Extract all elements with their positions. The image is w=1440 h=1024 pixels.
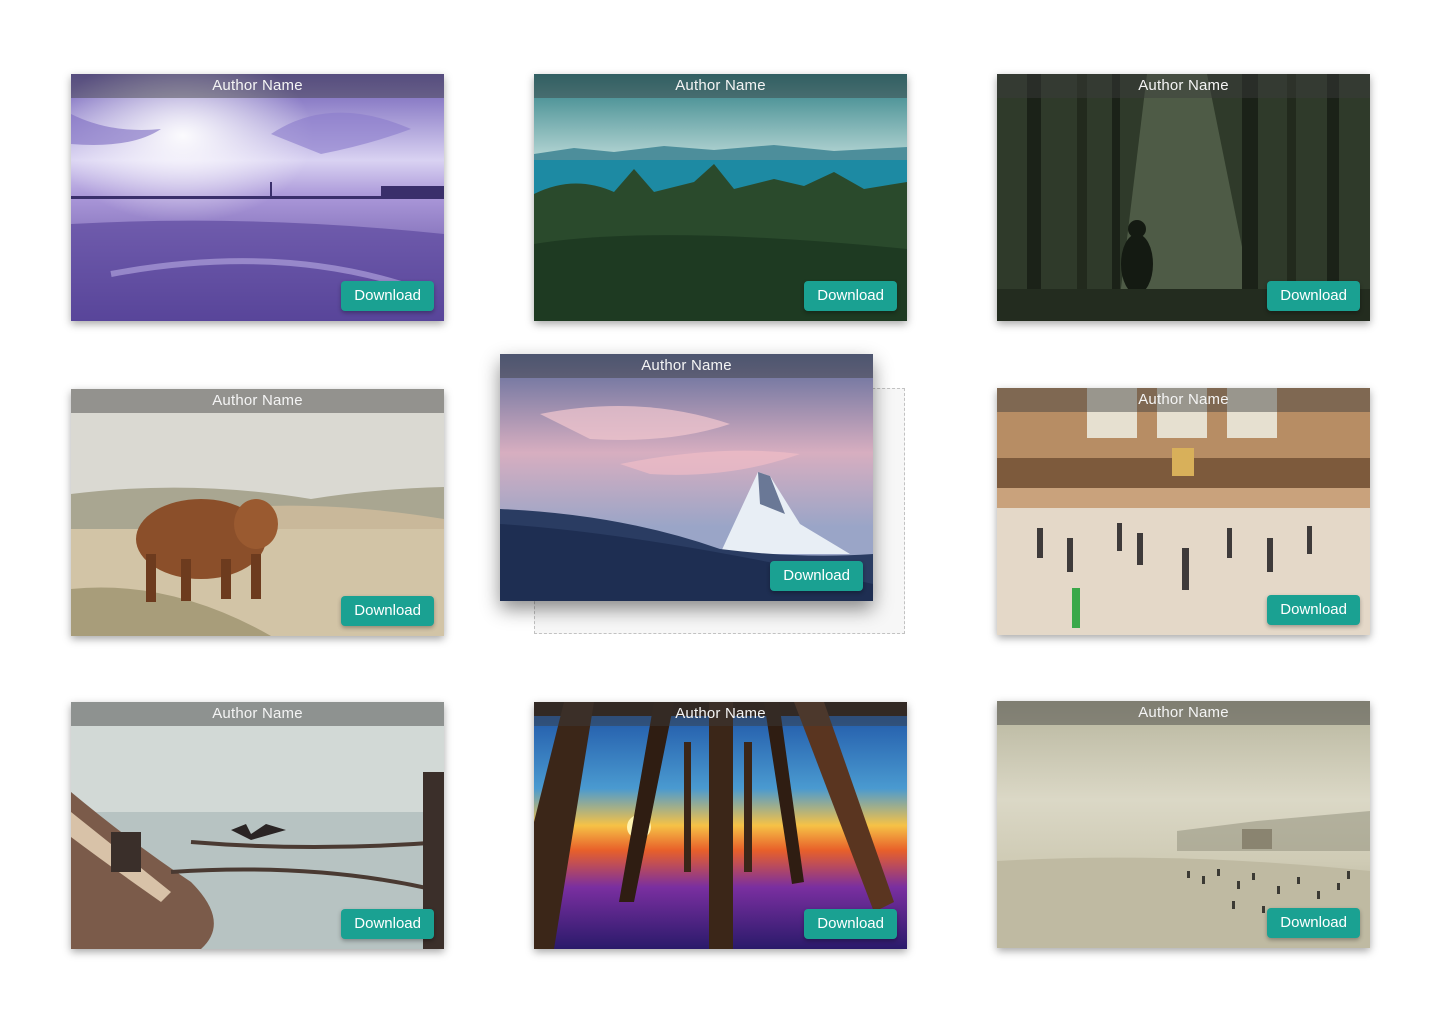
image-card-6[interactable]: Author Name Download — [997, 388, 1370, 635]
download-button[interactable]: Download — [804, 281, 897, 311]
download-button[interactable]: Download — [341, 909, 434, 939]
download-button[interactable]: Download — [1267, 595, 1360, 625]
image-card-4[interactable]: Author Name Download — [71, 389, 444, 636]
image-card-7[interactable]: Author Name Download — [71, 702, 444, 949]
download-button[interactable]: Download — [341, 281, 434, 311]
image-gallery: Author Name Download Author Name Downloa… — [0, 0, 1440, 1024]
image-card-8[interactable]: Author Name Download — [534, 702, 907, 949]
author-name-label: Author Name — [71, 74, 444, 98]
image-card-5-dragging[interactable]: Author Name Download — [500, 354, 873, 601]
download-button[interactable]: Download — [1267, 281, 1360, 311]
author-name-label: Author Name — [997, 74, 1370, 98]
author-name-label: Author Name — [534, 74, 907, 98]
author-name-label: Author Name — [500, 354, 873, 378]
download-button[interactable]: Download — [1267, 908, 1360, 938]
image-card-9[interactable]: Author Name Download — [997, 701, 1370, 948]
author-name-label: Author Name — [71, 389, 444, 413]
image-card-2[interactable]: Author Name Download — [534, 74, 907, 321]
author-name-label: Author Name — [997, 388, 1370, 412]
download-button[interactable]: Download — [804, 909, 897, 939]
download-button[interactable]: Download — [770, 561, 863, 591]
author-name-label: Author Name — [534, 702, 907, 726]
download-button[interactable]: Download — [341, 596, 434, 626]
author-name-label: Author Name — [71, 702, 444, 726]
image-card-3[interactable]: Author Name Download — [997, 74, 1370, 321]
image-card-1[interactable]: Author Name Download — [71, 74, 444, 321]
author-name-label: Author Name — [997, 701, 1370, 725]
